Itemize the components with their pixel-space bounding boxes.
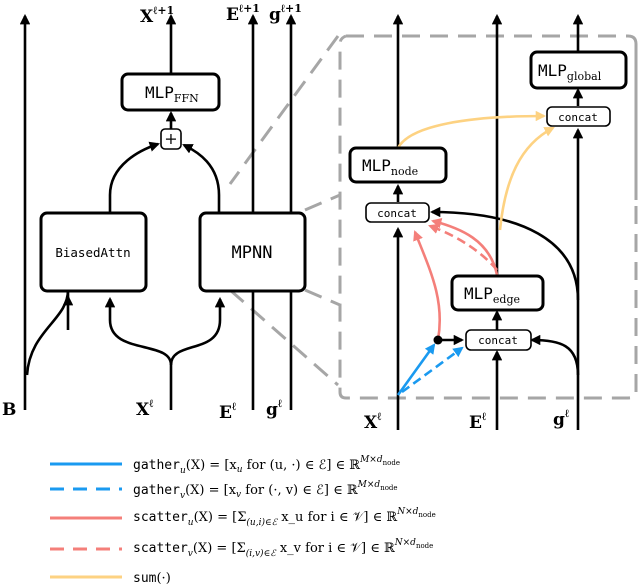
zoom-connector-right-bottom <box>304 288 341 307</box>
svg-text:gatheru(X) = [xu for (u, ·) ∈: gatheru(X) = [xu for (u, ·) ∈ ℰ] ∈ ℝM×dn… <box>133 455 400 476</box>
legend-item-gather-v: gatherv(X) = [xv for (·, v) ∈ ℰ] ∈ ℝM×dn… <box>50 480 398 501</box>
mpnn-to-add-arrow <box>182 143 221 212</box>
svg-text:sum(·): sum(·) <box>133 571 171 586</box>
legend-item-scatter-v: scatterv(X) = [Σ(i,v)∈ℰ x_v for i ∈ 𝒱] ∈… <box>50 538 433 559</box>
x-input-label: Xℓ <box>136 397 154 420</box>
legend-item-gather-u: gatheru(X) = [xu for (u, ·) ∈ ℰ] ∈ ℝM×dn… <box>50 455 400 476</box>
b-input-label: B <box>2 400 16 420</box>
concat-edge-label: concat <box>478 334 518 347</box>
g-to-concat-edge-arrow <box>529 334 580 376</box>
svg-text:scatterv(X) = [Σ(i,v)∈ℰ x_v fo: scatterv(X) = [Σ(i,v)∈ℰ x_v for i ∈ 𝒱] ∈… <box>133 538 433 559</box>
e-next-label: Eℓ+1 <box>226 2 260 25</box>
g-input-label: gℓ <box>266 397 283 420</box>
zoom-connector-top <box>228 35 340 185</box>
mpnn-label: MPNN <box>232 243 273 263</box>
x-to-mpnn-arrow <box>169 296 226 366</box>
gather-u-arrow <box>396 343 436 396</box>
concat-node-label: concat <box>377 207 417 220</box>
gather-v-arrow <box>401 346 464 394</box>
attn-to-add-arrow <box>108 141 160 212</box>
sum-edge-arrow <box>498 126 555 231</box>
svg-text:gatherv(X) = [xv for (·, v) ∈: gatherv(X) = [xv for (·, v) ∈ ℰ] ∈ ℝM×dn… <box>133 480 398 501</box>
diagram-canvas: MLPFFN + BiasedAttn MPNN Xℓ+1 Eℓ+1 gℓ+1 … <box>2 2 638 586</box>
biased-attn-label: BiasedAttn <box>55 245 130 260</box>
x-to-attn-arrow <box>104 296 173 410</box>
legend-item-scatter-u: scatteru(X) = [Σ(u,i)∈ℰ x_u for i ∈ 𝒱] ∈… <box>50 507 436 528</box>
concat-global-label: concat <box>558 111 598 124</box>
zoom-connector-bottom <box>229 288 339 387</box>
scatter-u-from-dot-arrow <box>413 230 442 341</box>
add-symbol: + <box>164 129 177 148</box>
legend: gatheru(X) = [xu for (u, ·) ∈ ℰ] ∈ ℝM×dn… <box>50 455 436 586</box>
split-dot <box>433 335 443 345</box>
x-next-label: Xℓ+1 <box>140 4 174 27</box>
b-to-attn-curve <box>25 289 70 376</box>
g-right-input-label: gℓ <box>553 407 570 430</box>
sum-node-arrow <box>396 110 547 149</box>
e-right-input-label: Eℓ <box>469 410 487 433</box>
zoom-connector-right-top <box>304 193 341 212</box>
g-next-label: gℓ+1 <box>269 2 302 25</box>
svg-text:scatteru(X) = [Σ(u,i)∈ℰ x_u fo: scatteru(X) = [Σ(u,i)∈ℰ x_u for i ∈ 𝒱] ∈… <box>133 507 436 528</box>
legend-item-sum: sum(·) <box>50 571 171 586</box>
e-input-label: Eℓ <box>219 400 237 423</box>
scatter-u-arrow <box>430 218 499 276</box>
x-right-input-label: Xℓ <box>364 410 382 433</box>
